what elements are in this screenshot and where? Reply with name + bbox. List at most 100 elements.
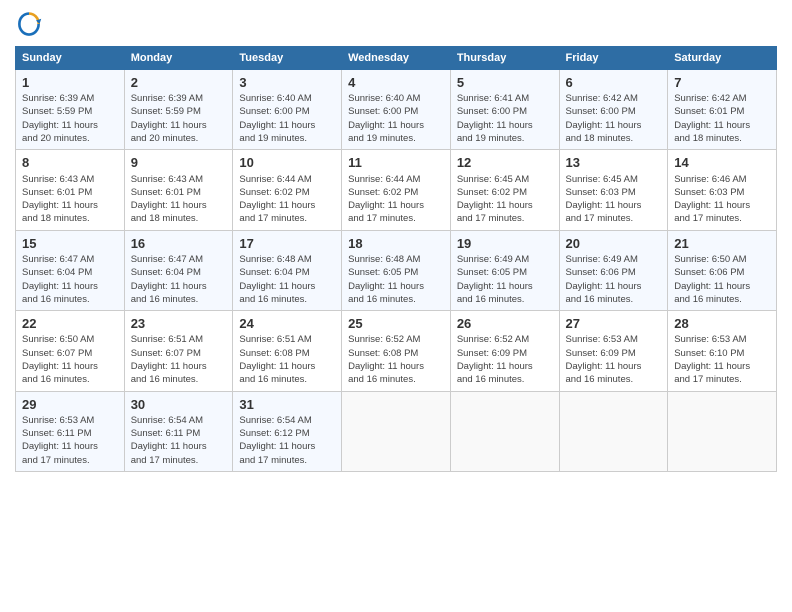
day-header-friday: Friday [559,47,668,70]
day-info: Sunrise: 6:47 AM Sunset: 6:04 PM Dayligh… [131,253,227,306]
calendar-cell: 16Sunrise: 6:47 AM Sunset: 6:04 PM Dayli… [124,230,233,310]
day-info: Sunrise: 6:53 AM Sunset: 6:10 PM Dayligh… [674,333,770,386]
calendar-table: SundayMondayTuesdayWednesdayThursdayFrid… [15,46,777,472]
calendar-cell: 12Sunrise: 6:45 AM Sunset: 6:02 PM Dayli… [450,150,559,230]
calendar-cell [668,391,777,471]
header-row: SundayMondayTuesdayWednesdayThursdayFrid… [16,47,777,70]
calendar-cell: 21Sunrise: 6:50 AM Sunset: 6:06 PM Dayli… [668,230,777,310]
calendar-cell: 1Sunrise: 6:39 AM Sunset: 5:59 PM Daylig… [16,70,125,150]
day-number: 25 [348,315,444,333]
day-number: 16 [131,235,227,253]
day-info: Sunrise: 6:45 AM Sunset: 6:03 PM Dayligh… [566,173,662,226]
page-container: SundayMondayTuesdayWednesdayThursdayFrid… [0,0,792,482]
day-info: Sunrise: 6:40 AM Sunset: 6:00 PM Dayligh… [239,92,335,145]
calendar-cell: 25Sunrise: 6:52 AM Sunset: 6:08 PM Dayli… [342,311,451,391]
day-number: 29 [22,396,118,414]
calendar-week-1: 1Sunrise: 6:39 AM Sunset: 5:59 PM Daylig… [16,70,777,150]
calendar-cell: 17Sunrise: 6:48 AM Sunset: 6:04 PM Dayli… [233,230,342,310]
day-info: Sunrise: 6:39 AM Sunset: 5:59 PM Dayligh… [131,92,227,145]
calendar-cell: 20Sunrise: 6:49 AM Sunset: 6:06 PM Dayli… [559,230,668,310]
header [15,10,777,38]
day-number: 26 [457,315,553,333]
day-info: Sunrise: 6:47 AM Sunset: 6:04 PM Dayligh… [22,253,118,306]
logo-icon [15,10,43,38]
calendar-cell: 31Sunrise: 6:54 AM Sunset: 6:12 PM Dayli… [233,391,342,471]
day-number: 30 [131,396,227,414]
calendar-cell: 3Sunrise: 6:40 AM Sunset: 6:00 PM Daylig… [233,70,342,150]
day-number: 19 [457,235,553,253]
day-info: Sunrise: 6:53 AM Sunset: 6:09 PM Dayligh… [566,333,662,386]
day-header-thursday: Thursday [450,47,559,70]
day-number: 10 [239,154,335,172]
day-info: Sunrise: 6:52 AM Sunset: 6:09 PM Dayligh… [457,333,553,386]
day-info: Sunrise: 6:45 AM Sunset: 6:02 PM Dayligh… [457,173,553,226]
day-number: 15 [22,235,118,253]
calendar-cell [559,391,668,471]
day-header-wednesday: Wednesday [342,47,451,70]
day-info: Sunrise: 6:42 AM Sunset: 6:01 PM Dayligh… [674,92,770,145]
day-number: 17 [239,235,335,253]
calendar-cell: 30Sunrise: 6:54 AM Sunset: 6:11 PM Dayli… [124,391,233,471]
calendar-cell: 15Sunrise: 6:47 AM Sunset: 6:04 PM Dayli… [16,230,125,310]
day-info: Sunrise: 6:43 AM Sunset: 6:01 PM Dayligh… [131,173,227,226]
day-info: Sunrise: 6:51 AM Sunset: 6:08 PM Dayligh… [239,333,335,386]
calendar-cell: 22Sunrise: 6:50 AM Sunset: 6:07 PM Dayli… [16,311,125,391]
day-number: 11 [348,154,444,172]
day-number: 4 [348,74,444,92]
day-info: Sunrise: 6:54 AM Sunset: 6:12 PM Dayligh… [239,414,335,467]
day-number: 28 [674,315,770,333]
day-number: 7 [674,74,770,92]
day-number: 2 [131,74,227,92]
calendar-cell: 4Sunrise: 6:40 AM Sunset: 6:00 PM Daylig… [342,70,451,150]
day-number: 23 [131,315,227,333]
calendar-week-5: 29Sunrise: 6:53 AM Sunset: 6:11 PM Dayli… [16,391,777,471]
day-info: Sunrise: 6:49 AM Sunset: 6:06 PM Dayligh… [566,253,662,306]
day-info: Sunrise: 6:50 AM Sunset: 6:07 PM Dayligh… [22,333,118,386]
calendar-cell: 28Sunrise: 6:53 AM Sunset: 6:10 PM Dayli… [668,311,777,391]
day-info: Sunrise: 6:49 AM Sunset: 6:05 PM Dayligh… [457,253,553,306]
day-info: Sunrise: 6:54 AM Sunset: 6:11 PM Dayligh… [131,414,227,467]
calendar-cell: 10Sunrise: 6:44 AM Sunset: 6:02 PM Dayli… [233,150,342,230]
calendar-cell: 27Sunrise: 6:53 AM Sunset: 6:09 PM Dayli… [559,311,668,391]
day-number: 5 [457,74,553,92]
day-number: 13 [566,154,662,172]
day-info: Sunrise: 6:48 AM Sunset: 6:05 PM Dayligh… [348,253,444,306]
day-number: 24 [239,315,335,333]
day-number: 12 [457,154,553,172]
day-number: 31 [239,396,335,414]
calendar-cell: 19Sunrise: 6:49 AM Sunset: 6:05 PM Dayli… [450,230,559,310]
day-header-saturday: Saturday [668,47,777,70]
calendar-cell: 9Sunrise: 6:43 AM Sunset: 6:01 PM Daylig… [124,150,233,230]
day-info: Sunrise: 6:51 AM Sunset: 6:07 PM Dayligh… [131,333,227,386]
calendar-cell: 24Sunrise: 6:51 AM Sunset: 6:08 PM Dayli… [233,311,342,391]
calendar-cell: 26Sunrise: 6:52 AM Sunset: 6:09 PM Dayli… [450,311,559,391]
calendar-cell: 2Sunrise: 6:39 AM Sunset: 5:59 PM Daylig… [124,70,233,150]
day-number: 6 [566,74,662,92]
day-number: 27 [566,315,662,333]
day-info: Sunrise: 6:39 AM Sunset: 5:59 PM Dayligh… [22,92,118,145]
day-info: Sunrise: 6:50 AM Sunset: 6:06 PM Dayligh… [674,253,770,306]
day-number: 14 [674,154,770,172]
calendar-cell: 18Sunrise: 6:48 AM Sunset: 6:05 PM Dayli… [342,230,451,310]
calendar-cell: 7Sunrise: 6:42 AM Sunset: 6:01 PM Daylig… [668,70,777,150]
day-number: 21 [674,235,770,253]
day-number: 20 [566,235,662,253]
day-number: 8 [22,154,118,172]
day-info: Sunrise: 6:44 AM Sunset: 6:02 PM Dayligh… [348,173,444,226]
day-info: Sunrise: 6:48 AM Sunset: 6:04 PM Dayligh… [239,253,335,306]
day-header-sunday: Sunday [16,47,125,70]
calendar-cell [450,391,559,471]
calendar-cell: 13Sunrise: 6:45 AM Sunset: 6:03 PM Dayli… [559,150,668,230]
calendar-cell [342,391,451,471]
logo [15,10,47,38]
calendar-week-4: 22Sunrise: 6:50 AM Sunset: 6:07 PM Dayli… [16,311,777,391]
calendar-cell: 14Sunrise: 6:46 AM Sunset: 6:03 PM Dayli… [668,150,777,230]
calendar-cell: 29Sunrise: 6:53 AM Sunset: 6:11 PM Dayli… [16,391,125,471]
calendar-cell: 11Sunrise: 6:44 AM Sunset: 6:02 PM Dayli… [342,150,451,230]
day-info: Sunrise: 6:40 AM Sunset: 6:00 PM Dayligh… [348,92,444,145]
day-number: 1 [22,74,118,92]
calendar-cell: 5Sunrise: 6:41 AM Sunset: 6:00 PM Daylig… [450,70,559,150]
day-info: Sunrise: 6:44 AM Sunset: 6:02 PM Dayligh… [239,173,335,226]
day-number: 18 [348,235,444,253]
calendar-week-3: 15Sunrise: 6:47 AM Sunset: 6:04 PM Dayli… [16,230,777,310]
